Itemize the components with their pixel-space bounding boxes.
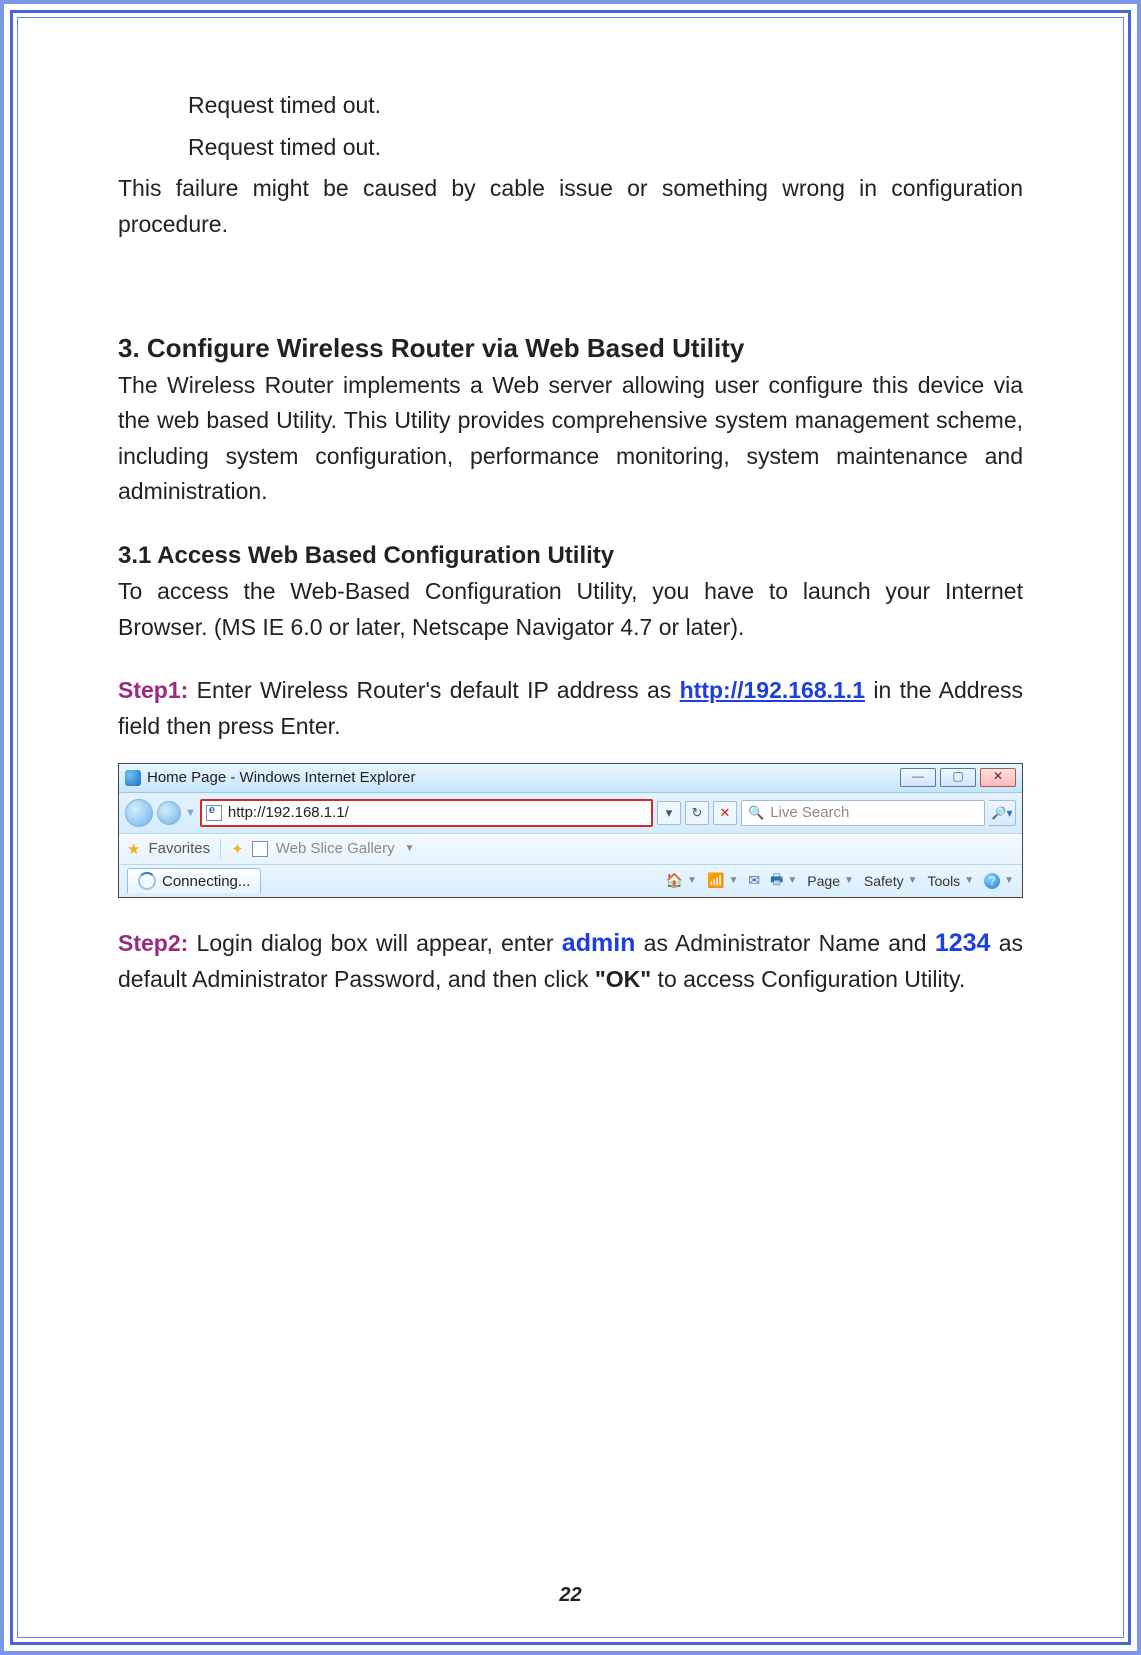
webslice-dropdown-icon[interactable]: ▼ (405, 843, 415, 854)
ie-favorites-row: ★ Favorites ✦ Web Slice Gallery ▼ (119, 834, 1022, 865)
failure-paragraph: This failure might be caused by cable is… (118, 171, 1023, 242)
step1-text-before: Enter Wireless Router's default IP addre… (188, 677, 679, 703)
safety-menu[interactable]: Safety▼ (864, 873, 918, 889)
home-button[interactable]: 🏠▼ (666, 872, 697, 889)
section-3-intro: The Wireless Router implements a Web ser… (118, 368, 1023, 511)
webslice-page-icon (252, 841, 268, 857)
mail-button[interactable]: ✉ (748, 872, 760, 889)
password-word: 1234 (935, 929, 991, 957)
section-3-title: 3. Configure Wireless Router via Web Bas… (118, 333, 1023, 364)
step2-label: Step2: (118, 930, 188, 956)
rss-icon: 📶 (707, 872, 724, 889)
timeout-line-1: Request timed out. (118, 88, 1023, 124)
step2-text-1: Login dialog box will appear, enter (188, 930, 562, 956)
search-placeholder: Live Search (770, 804, 849, 821)
print-icon: 🖶 (770, 869, 783, 893)
step2-text-2: as Administrator Name and (635, 930, 934, 956)
favorites-star-icon: ★ (127, 840, 140, 858)
command-bar: 🏠▼ 📶▼ ✉ 🖶▼ Page▼ Safety▼ Tools▼ ?▼ (666, 869, 1014, 893)
help-button[interactable]: ?▼ (984, 873, 1014, 889)
ie-address-row: ▼ ▾ ↻ ✕ 🔍 Live Search 🔎▾ (119, 793, 1022, 834)
page-menu[interactable]: Page▼ (807, 873, 854, 889)
refresh-button[interactable]: ↻ (685, 801, 709, 825)
feeds-button[interactable]: 📶▼ (707, 872, 738, 889)
tools-menu[interactable]: Tools▼ (928, 873, 975, 889)
minimize-button[interactable]: — (900, 768, 936, 787)
step1-label: Step1: (118, 677, 188, 703)
browser-tab[interactable]: Connecting... (127, 868, 261, 893)
page-mid-border: Request timed out. Request timed out. Th… (10, 10, 1131, 1645)
page-icon (206, 805, 222, 821)
forward-button[interactable] (157, 801, 181, 825)
timeout-line-2: Request timed out. (118, 130, 1023, 166)
back-button[interactable] (125, 799, 153, 827)
step2-text-4: to access Configuration Utility. (651, 966, 965, 992)
help-icon: ? (984, 873, 1000, 889)
home-icon: 🏠 (666, 872, 683, 889)
page-number: 22 (18, 1584, 1123, 1607)
address-dropdown-button[interactable]: ▾ (657, 801, 681, 825)
close-button[interactable]: ✕ (980, 768, 1016, 787)
window-buttons: — ▢ ✕ (900, 768, 1016, 787)
nav-dropdown-icon[interactable]: ▼ (185, 807, 196, 819)
search-box[interactable]: 🔍 Live Search (741, 800, 985, 826)
suggested-star-icon: ✦ (231, 840, 244, 858)
separator (220, 839, 221, 859)
ie-logo-icon (125, 770, 141, 786)
step2-paragraph: Step2: Login dialog box will appear, ent… (118, 924, 1023, 998)
print-button[interactable]: 🖶▼ (770, 869, 797, 893)
section-3-1-intro: To access the Web-Based Configuration Ut… (118, 574, 1023, 645)
search-go-button[interactable]: 🔎▾ (989, 800, 1016, 826)
web-slice-gallery-link[interactable]: Web Slice Gallery (276, 840, 395, 857)
tab-label: Connecting... (162, 873, 250, 890)
admin-word: admin (562, 929, 636, 957)
ok-word: "OK" (595, 966, 651, 992)
address-bar[interactable] (200, 799, 653, 827)
ie-window-title: Home Page - Windows Internet Explorer (147, 769, 900, 786)
address-input[interactable] (226, 803, 647, 822)
page-content: Request timed out. Request timed out. Th… (17, 17, 1124, 1638)
section-3-1-title: 3.1 Access Web Based Configuration Utili… (118, 542, 1023, 570)
step1-paragraph: Step1: Enter Wireless Router's default I… (118, 673, 1023, 744)
ie-tab-row: Connecting... 🏠▼ 📶▼ ✉ 🖶▼ Page▼ Safety▼ T… (119, 865, 1022, 897)
router-ip-link[interactable]: http://192.168.1.1 (680, 677, 865, 703)
maximize-button[interactable]: ▢ (940, 768, 976, 787)
mail-icon: ✉ (748, 872, 760, 889)
ie-title-bar: Home Page - Windows Internet Explorer — … (119, 764, 1022, 793)
stop-button[interactable]: ✕ (713, 801, 737, 825)
search-icon: 🔍 (748, 805, 764, 821)
loading-spinner-icon (138, 872, 156, 890)
ie-screenshot: Home Page - Windows Internet Explorer — … (118, 763, 1023, 898)
favorites-label[interactable]: Favorites (148, 840, 210, 857)
page-outer-border: Request timed out. Request timed out. Th… (0, 0, 1141, 1655)
